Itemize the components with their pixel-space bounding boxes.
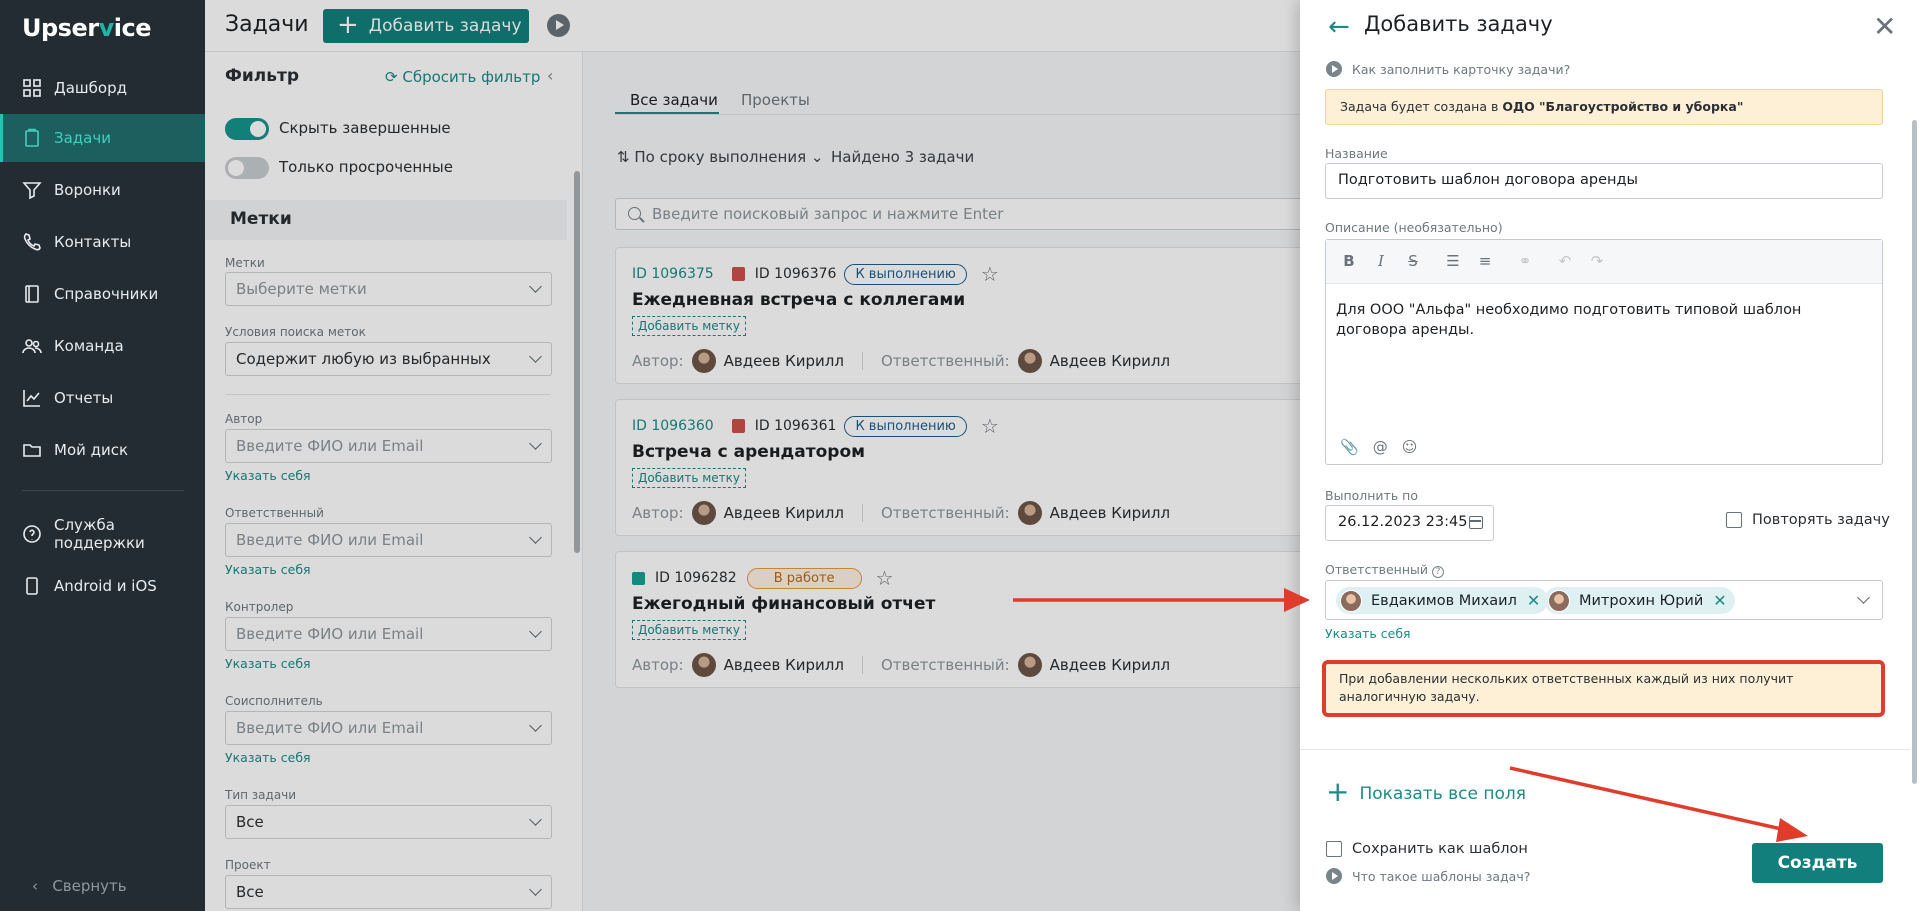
name-label: Название: [1325, 146, 1388, 161]
responsible-chip: Митрохин Юрий ✕: [1544, 587, 1735, 614]
sidebar-item-label: Справочники: [54, 285, 159, 303]
folder-icon: [22, 440, 42, 460]
remove-chip-icon[interactable]: ✕: [1527, 591, 1540, 610]
play-icon: [1326, 868, 1342, 884]
avatar: [1548, 589, 1570, 612]
book-icon: [22, 284, 42, 304]
sidebar-item-disk[interactable]: Мой диск: [0, 426, 205, 474]
add-task-drawer: ← Добавить задачу ✕ Как заполнить карточ…: [1300, 0, 1920, 911]
sidebar-nav: Upservice Дашборд Задачи Воронки Контакт…: [0, 0, 205, 911]
sidebar-item-tasks[interactable]: Задачи: [0, 114, 205, 162]
card-help-link[interactable]: Как заполнить карточку задачи?: [1326, 61, 1570, 77]
sidebar-item-label: Команда: [54, 337, 124, 355]
sidebar-item-reports[interactable]: Отчеты: [0, 374, 205, 422]
collapse-sidebar-button[interactable]: ‹ Свернуть: [32, 877, 127, 895]
mobile-icon: [22, 576, 42, 596]
editor-toolbar: B I S ☰ ≡ ⚭ ↶ ↷: [1326, 240, 1882, 284]
team-icon: [22, 336, 42, 356]
plus-icon: +: [1326, 775, 1350, 808]
org-notice: Задача будет создана в ОДО "Благоустройс…: [1325, 89, 1883, 125]
nav-divider: [22, 490, 184, 491]
set-self-link[interactable]: Указать себя: [1325, 626, 1411, 641]
sidebar-item-dashboard[interactable]: Дашборд: [0, 64, 205, 112]
sidebar-item-support[interactable]: Служба поддержки: [0, 510, 205, 558]
attach-icon[interactable]: 📎: [1340, 438, 1359, 456]
dashboard-icon: [22, 78, 42, 98]
responsible-chip: Евдакимов Михаил ✕: [1336, 587, 1549, 614]
sidebar-item-label: Мой диск: [54, 441, 129, 459]
help-icon[interactable]: ?: [1432, 566, 1445, 578]
numbered-list-icon[interactable]: ≡: [1476, 252, 1494, 270]
logo[interactable]: Upservice: [22, 14, 151, 42]
templates-help-link[interactable]: Что такое шаблоны задач?: [1326, 868, 1530, 884]
due-date-input[interactable]: 26.12.2023 23:45: [1325, 505, 1494, 541]
back-arrow-icon[interactable]: ←: [1328, 12, 1350, 42]
phone-icon: [22, 232, 42, 252]
responsible-label: Ответственный?: [1325, 562, 1445, 578]
avatar: [1340, 589, 1362, 612]
create-button[interactable]: Создать: [1752, 843, 1883, 883]
repeat-task-label[interactable]: Повторять задачу: [1752, 512, 1890, 528]
mention-icon[interactable]: @: [1373, 438, 1388, 456]
description-text[interactable]: Для ООО "Альфа" необходимо подготовить т…: [1336, 300, 1866, 340]
sidebar-item-references[interactable]: Справочники: [0, 270, 205, 318]
sidebar-item-funnels[interactable]: Воронки: [0, 166, 205, 214]
undo-icon[interactable]: ↶: [1556, 252, 1574, 270]
drawer-scrollbar[interactable]: [1912, 120, 1917, 784]
emoji-icon[interactable]: ☺: [1402, 438, 1418, 456]
save-template-label[interactable]: Сохранить как шаблон: [1352, 841, 1528, 857]
chevron-down-icon[interactable]: [1857, 591, 1870, 604]
redo-icon[interactable]: ↷: [1588, 252, 1606, 270]
save-template-checkbox[interactable]: [1326, 841, 1342, 857]
description-editor[interactable]: B I S ☰ ≡ ⚭ ↶ ↷ Для ООО "Альфа" необходи…: [1325, 239, 1883, 465]
calendar-icon[interactable]: [1469, 516, 1483, 529]
repeat-task-checkbox[interactable]: [1726, 512, 1742, 528]
remove-chip-icon[interactable]: ✕: [1713, 591, 1726, 610]
tasks-icon: [22, 128, 42, 148]
close-icon[interactable]: ✕: [1873, 10, 1896, 43]
help-icon: [22, 524, 42, 544]
description-label: Описание (необязательно): [1325, 220, 1503, 235]
sidebar-item-label: Задачи: [54, 129, 111, 147]
italic-icon[interactable]: I: [1372, 252, 1390, 270]
drawer-title: Добавить задачу: [1364, 12, 1553, 36]
show-all-fields-button[interactable]: + Показать все поля: [1326, 778, 1526, 806]
sidebar-item-team[interactable]: Команда: [0, 322, 205, 370]
responsible-select[interactable]: Евдакимов Михаил ✕ Митрохин Юрий ✕: [1325, 580, 1883, 620]
sidebar-item-label: Воронки: [54, 181, 121, 199]
link-icon[interactable]: ⚭: [1516, 252, 1534, 270]
sidebar-item-label: Android и iOS: [54, 577, 157, 595]
sidebar-item-mobile[interactable]: Android и iOS: [0, 562, 205, 610]
funnel-icon: [22, 180, 42, 200]
task-name-input[interactable]: Подготовить шаблон договора аренды: [1325, 163, 1883, 199]
sidebar-item-label: Отчеты: [54, 389, 114, 407]
chart-icon: [22, 388, 42, 408]
sidebar-item-label: Служба поддержки: [54, 516, 145, 552]
sidebar-item-contacts[interactable]: Контакты: [0, 218, 205, 266]
strikethrough-icon[interactable]: S: [1404, 252, 1422, 270]
play-icon: [1326, 61, 1342, 77]
sidebar-item-label: Дашборд: [54, 79, 127, 97]
due-date-label: Выполнить по: [1325, 488, 1418, 503]
bold-icon[interactable]: B: [1340, 252, 1358, 270]
divider: [1300, 749, 1910, 750]
bullet-list-icon[interactable]: ☰: [1444, 252, 1462, 270]
sidebar-item-label: Контакты: [54, 233, 132, 251]
multiple-responsible-warning: При добавлении нескольких ответственных …: [1322, 660, 1885, 717]
